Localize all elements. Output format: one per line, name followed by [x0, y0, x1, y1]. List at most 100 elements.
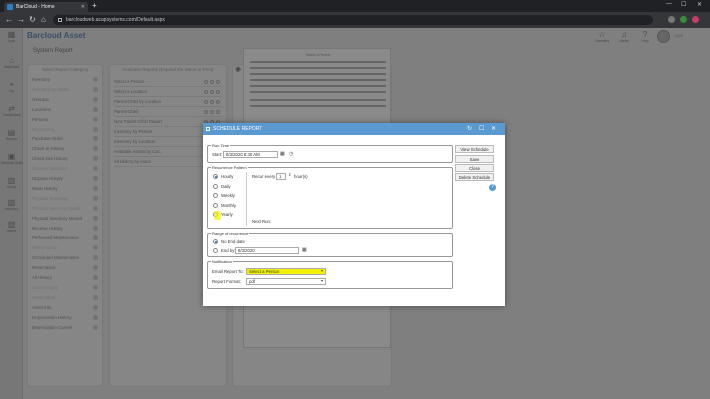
expand-icon[interactable] [93, 265, 98, 271]
category-item[interactable]: Asset History [32, 285, 58, 290]
clock-icon[interactable]: ◷ [289, 151, 293, 157]
expand-icon[interactable] [93, 294, 98, 300]
help-button[interactable]: ? Help [635, 30, 655, 43]
expand-icon[interactable] [93, 245, 98, 251]
start-datetime-input[interactable]: 8/3/2020 8:40 AM [223, 151, 278, 158]
recurrence-weekly-radio[interactable] [213, 193, 218, 198]
print-icon[interactable] [216, 80, 220, 84]
category-item[interactable]: Check Out History [32, 156, 68, 161]
expand-icon[interactable] [93, 215, 98, 221]
expand-icon[interactable] [93, 77, 98, 82]
expand-icon[interactable] [93, 116, 98, 122]
category-item[interactable]: Reservation [32, 265, 55, 270]
back-button[interactable]: ← [5, 15, 13, 24]
expand-icon[interactable] [93, 146, 98, 152]
new-tab-button[interactable]: + [92, 2, 97, 10]
view-icon[interactable] [210, 100, 214, 104]
category-item[interactable]: Purchasing [32, 127, 54, 132]
category-item[interactable]: Persons [32, 117, 48, 122]
rail-item-apps[interactable]: ▦ Apps [0, 30, 23, 43]
category-item[interactable]: Depreciation Current [32, 325, 73, 330]
expand-icon[interactable] [93, 225, 98, 231]
category-item[interactable]: Scheduled Maintenance [32, 255, 79, 260]
reload-button[interactable]: ↻ [29, 15, 36, 24]
print-icon[interactable] [216, 90, 220, 94]
refresh-icon[interactable]: ↻ [467, 124, 472, 134]
expand-icon[interactable] [93, 324, 98, 330]
category-item[interactable]: Dispose Statistics [32, 166, 67, 171]
report-format-select[interactable]: pdf [246, 278, 326, 285]
report-list-item[interactable]: Parent-Child by Location [114, 99, 222, 107]
category-item[interactable]: Physical Inventory [32, 196, 68, 201]
category-item[interactable]: Asset Info [32, 305, 52, 310]
category-item[interactable]: Inventory by Status [32, 87, 70, 92]
schedule-icon[interactable] [204, 80, 208, 84]
close-window-button[interactable]: ✕ [697, 1, 702, 8]
category-item[interactable]: Move History [32, 186, 58, 191]
expand-icon[interactable] [93, 166, 98, 172]
rail-item-transactions[interactable]: ⇄ Transactions [0, 104, 23, 117]
browser-tab[interactable]: BarCloud - Home ✕ [4, 2, 88, 12]
rail-item-inventory[interactable]: ▧ Inventory [0, 198, 23, 211]
address-bar[interactable]: barcloudweb.acapsystems.com/Default.aspx [53, 15, 653, 25]
expand-icon[interactable] [93, 284, 98, 290]
rail-item-schedule[interactable]: ▣ Schedule Stats [0, 152, 23, 165]
end-by-date-input[interactable]: 8/3/2020 [235, 247, 299, 254]
no-end-date-radio[interactable] [213, 239, 218, 244]
calendar-picker-icon[interactable]: ▦ [280, 151, 285, 157]
rail-item-dashboard[interactable]: ⌂ Dashboard [0, 56, 23, 69]
expand-icon[interactable] [93, 235, 98, 241]
view-schedule-button[interactable]: View Schedule [455, 145, 494, 153]
category-item[interactable]: Inventory [32, 77, 50, 82]
category-item[interactable]: Purchase Order [32, 136, 63, 141]
shield-extension-icon[interactable] [680, 16, 687, 23]
expand-icon[interactable] [93, 136, 98, 142]
profile-avatar-icon[interactable] [692, 16, 699, 23]
print-icon[interactable] [216, 100, 220, 104]
extension-icon[interactable] [668, 16, 675, 23]
tab-close-icon[interactable]: ✕ [81, 4, 85, 10]
expand-icon[interactable] [93, 205, 98, 211]
rail-item-library[interactable]: ▥ Library [0, 176, 23, 189]
expand-icon[interactable] [93, 275, 98, 280]
report-list-item[interactable]: Select a Location [114, 89, 222, 97]
calendar-picker-icon[interactable]: ▦ [302, 247, 307, 253]
close-button[interactable]: Close [455, 164, 494, 172]
report-list-item[interactable]: Parent-Child [114, 109, 222, 117]
category-item[interactable]: Depreciation History [32, 315, 72, 320]
category-item[interactable]: Dispose History [32, 176, 63, 181]
expand-icon[interactable] [93, 314, 98, 320]
expand-icon[interactable] [93, 176, 98, 181]
category-item[interactable]: All History [32, 275, 52, 280]
category-item[interactable]: Receive History [32, 226, 63, 231]
spinner-icon[interactable]: ⇕ [288, 172, 291, 178]
schedule-icon[interactable] [204, 90, 208, 94]
forward-button[interactable]: → [17, 15, 25, 24]
rail-item-tag[interactable]: ⌖ Tag [0, 80, 23, 93]
rail-item-reports[interactable]: ▤ Reports [0, 128, 23, 141]
expand-icon[interactable] [93, 96, 98, 102]
expand-icon[interactable] [93, 86, 98, 92]
home-button[interactable]: ⌂ [41, 15, 46, 24]
view-icon[interactable] [210, 110, 214, 114]
expand-icon[interactable] [93, 195, 98, 201]
report-list-item[interactable]: Select a Person [114, 79, 222, 87]
email-recipient-select[interactable]: Select a Person [246, 268, 326, 275]
save-button[interactable]: Save [455, 155, 494, 163]
recurrence-hourly-radio[interactable] [213, 174, 218, 179]
maximize-window-button[interactable]: ☐ [681, 1, 686, 8]
maximize-dialog-icon[interactable]: ☐ [479, 124, 484, 134]
recurrence-monthly-radio[interactable] [213, 202, 218, 208]
print-icon[interactable] [216, 110, 220, 114]
category-item[interactable]: Asset Value [32, 295, 55, 300]
user-avatar[interactable] [657, 30, 670, 43]
help-icon[interactable]: ? [489, 184, 496, 191]
category-item[interactable]: Maintenance [32, 245, 57, 250]
view-icon[interactable] [210, 80, 214, 84]
expand-icon[interactable] [93, 156, 98, 162]
alerts-button[interactable]: ♫ Alerts [614, 30, 634, 43]
expand-icon[interactable] [93, 304, 98, 310]
eye-icon[interactable]: ◉ [235, 66, 241, 73]
expand-icon[interactable] [93, 126, 98, 132]
minimize-window-button[interactable]: — [666, 1, 672, 7]
